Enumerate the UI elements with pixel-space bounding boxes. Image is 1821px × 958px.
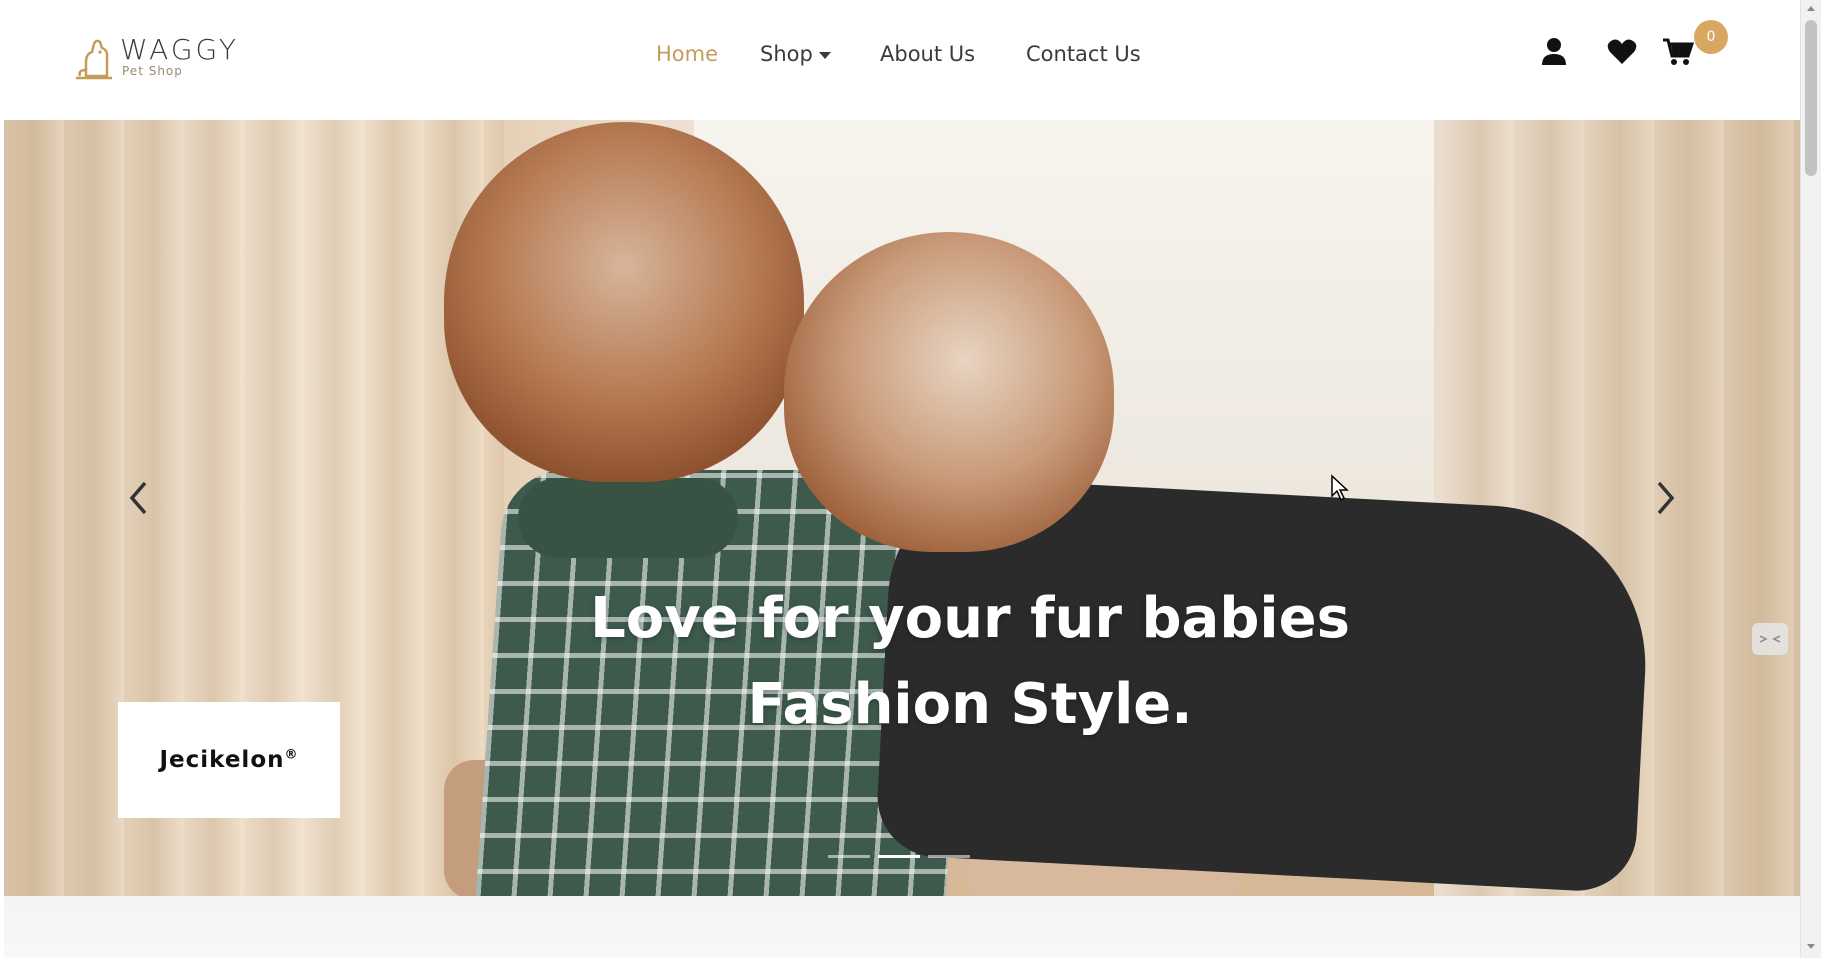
- carousel-indicator-1[interactable]: [828, 855, 870, 858]
- carousel-indicators: [828, 855, 970, 858]
- logo-subtitle: Pet Shop: [122, 64, 183, 78]
- nav-about-us[interactable]: About Us: [880, 42, 1026, 66]
- registered-mark: ®: [284, 747, 299, 763]
- dog-logo-icon: [76, 39, 112, 80]
- cart-button[interactable]: 0: [1660, 20, 1728, 70]
- wishlist-button[interactable]: [1604, 34, 1640, 70]
- brand-label-box: Jecikelon®: [118, 702, 340, 818]
- scroll-up-arrow-icon[interactable]: [1807, 6, 1815, 11]
- dog-left-collar: [518, 478, 738, 558]
- hero-title-line2: Fashion Style.: [747, 672, 1193, 737]
- page-scrollbar[interactable]: [1800, 0, 1821, 958]
- side-toggle-widget[interactable]: [1752, 623, 1788, 655]
- carousel-indicator-3[interactable]: [928, 855, 970, 858]
- scroll-thumb[interactable]: [1805, 20, 1817, 176]
- hero-title-line1: Love for your fur babies: [590, 586, 1350, 651]
- nav-contact-us[interactable]: Contact Us: [1026, 42, 1141, 66]
- nav-shop[interactable]: Shop: [760, 42, 880, 66]
- cart-count-badge: 0: [1694, 20, 1728, 54]
- caret-down-icon: [818, 51, 831, 59]
- dog-left-head: [444, 122, 804, 482]
- user-icon: [1542, 38, 1566, 65]
- cart-icon: [1663, 38, 1694, 65]
- nav-about-label: About Us: [880, 42, 976, 66]
- brand-name: Jecikelon: [159, 747, 285, 773]
- heart-icon: [1607, 39, 1637, 64]
- carousel-indicator-2[interactable]: [878, 855, 920, 858]
- nav-shop-label: Shop: [760, 42, 813, 66]
- logo[interactable]: WAGGY Pet Shop: [74, 36, 239, 80]
- header-actions: 0: [1536, 20, 1728, 70]
- next-section-top: [4, 896, 1800, 958]
- hero-title: Love for your fur babies Fashion Style.: [440, 576, 1500, 748]
- carousel-next-button[interactable]: [1644, 472, 1688, 524]
- nav-contact-label: Contact Us: [1026, 42, 1141, 66]
- carousel-prev-button[interactable]: [116, 472, 160, 524]
- site-header: WAGGY Pet Shop Home Shop About Us Contac…: [0, 0, 1800, 120]
- collapse-arrows-icon: [1759, 635, 1781, 643]
- logo-title: WAGGY: [120, 33, 239, 66]
- brand-label: Jecikelon®: [159, 747, 298, 773]
- mouse-pointer-icon: [1330, 474, 1350, 506]
- account-button[interactable]: [1536, 34, 1572, 70]
- chevron-right-icon: [1657, 481, 1675, 515]
- chevron-left-icon: [129, 481, 147, 515]
- dog-right-head: [784, 232, 1114, 552]
- main-nav: Home Shop About Us Contact Us: [656, 42, 1141, 66]
- nav-home-label: Home: [656, 42, 719, 66]
- scroll-down-arrow-icon[interactable]: [1807, 944, 1815, 949]
- nav-home[interactable]: Home: [656, 42, 760, 66]
